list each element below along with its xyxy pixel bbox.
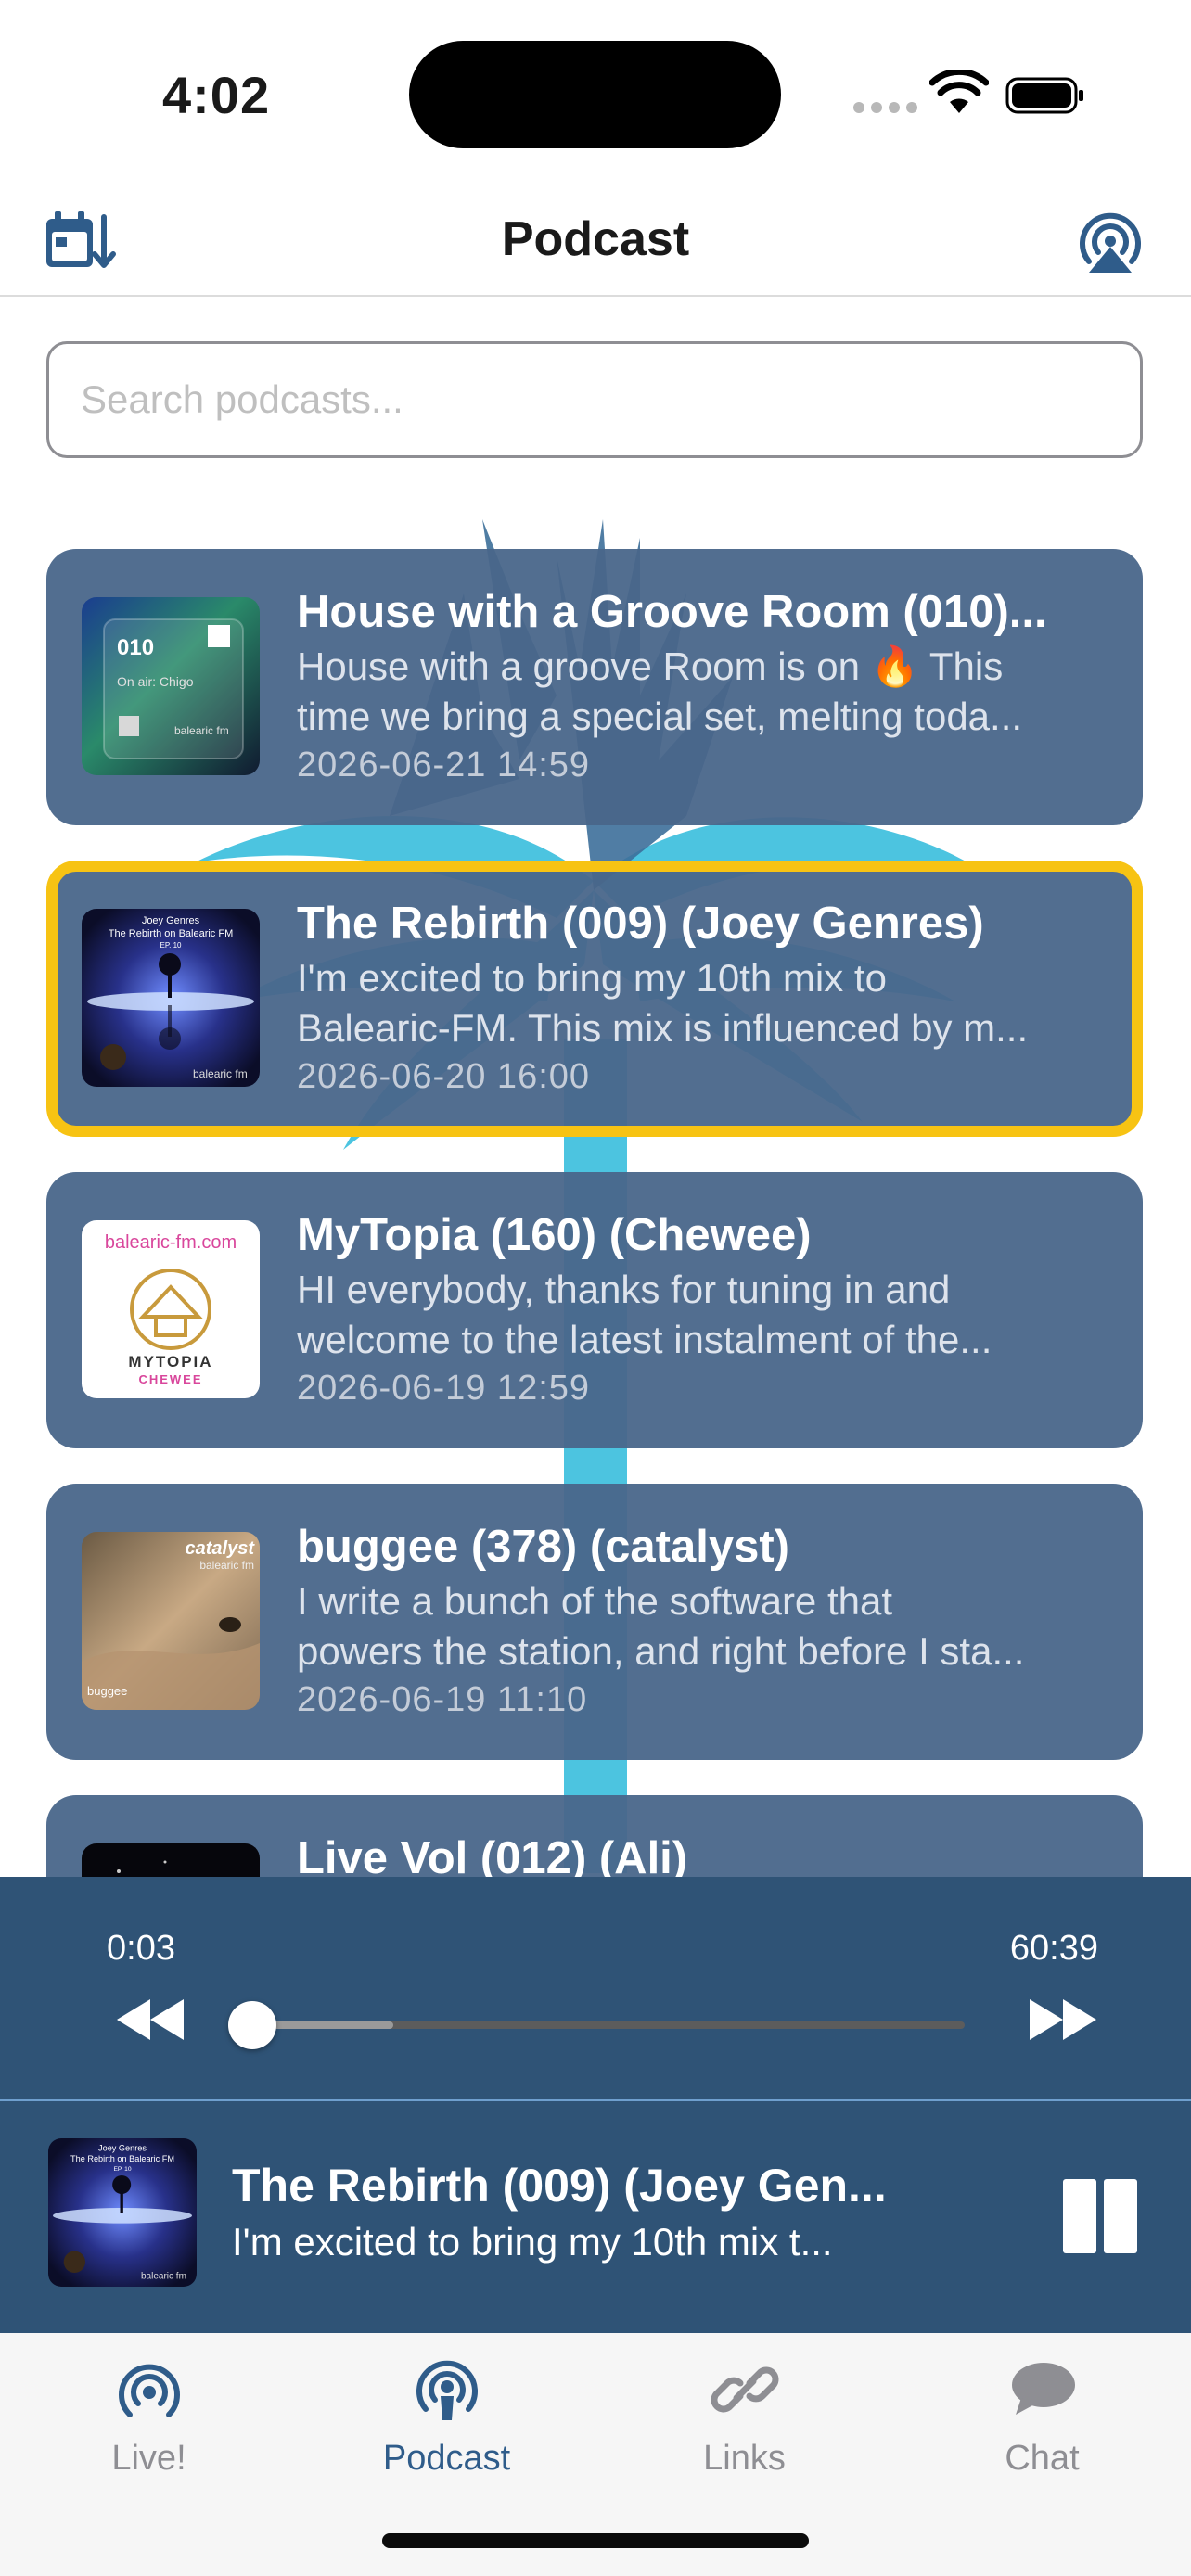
airplay-audio-icon[interactable] [1076,210,1145,274]
svg-text:balearic fm: balearic fm [141,2272,186,2282]
tab-chat[interactable]: Chat [893,2357,1191,2496]
now-playing-subtitle: I'm excited to bring my 10th mix t... [232,2220,833,2264]
artwork-name: buggee [87,1684,127,1698]
wifi-icon [929,70,989,113]
artwork-brand: balearic fm [199,1559,254,1572]
chat-bubble-icon [1011,2363,1075,2415]
episode-description: House with a groove Room is on 🔥 This ti… [297,644,1023,738]
tab-label: Podcast [382,2439,511,2478]
now-playing-bar[interactable]: Joey Genres The Rebirth on Balearic FM E… [0,2101,1191,2333]
tab-label: Live! [111,2439,186,2478]
episode-date: 2026-06-19 12:59 [297,1369,591,1408]
now-playing-title: The Rebirth (009) (Joey Gen... [232,2160,887,2212]
page-title: Podcast [501,212,690,266]
tab-label: Chat [1005,2439,1080,2478]
episode-card[interactable]: Live Vol (012) (Ali) [46,1795,1143,1877]
episode-card[interactable]: 010 On air: Chigo balearic fm House with… [46,549,1143,825]
progress-slider[interactable] [227,2001,965,2049]
artwork-brand-top: catalyst [186,1538,256,1559]
tab-label: Links [703,2439,786,2478]
link-icon [711,2366,778,2413]
artwork-artist: CHEWEE [138,1372,202,1386]
nav-bar: Podcast [0,176,1191,297]
episode-title: Live Vol (012) (Ali) [297,1833,688,1877]
artwork-show: The Rebirth on Balearic FM [109,928,234,939]
tab-podcast[interactable]: Podcast [298,2357,596,2496]
home-indicator [382,2533,809,2548]
tab-live[interactable]: Live! [0,2357,298,2496]
episode-card-selected[interactable]: Joey Genres The Rebirth on Balearic FM E… [46,861,1143,1137]
current-time: 0:03 [107,1929,175,1968]
podcast-icon [416,2360,478,2420]
slider-knob[interactable] [227,2001,276,2049]
episode-description: HI everybody, thanks for tuning in and w… [297,1268,992,1361]
status-bar: 4:02 [0,0,1191,176]
svg-text:Joey Genres: Joey Genres [98,2143,147,2152]
episode-date: 2026-06-20 16:00 [297,1057,591,1096]
episode-card[interactable]: balearic-fm.com MYTOPIA CHEWEE MyTopia (… [46,1172,1143,1448]
episode-artwork: catalyst balearic fm buggee [82,1532,260,1710]
artwork-episode: EP. 10 [160,941,183,950]
battery-icon [1005,77,1083,114]
artwork-brand: balearic fm [193,1067,248,1080]
rewind-icon[interactable] [115,1996,186,2044]
episode-title: The Rebirth (009) (Joey Genres) [297,899,984,949]
status-time: 4:02 [162,66,271,124]
episode-title: buggee (378) (catalyst) [297,1522,789,1572]
artwork-name: MYTOPIA [128,1353,212,1371]
episode-artwork: balearic-fm.com MYTOPIA CHEWEE [82,1220,260,1398]
broadcast-icon [118,2364,180,2417]
episode-artwork: 010 On air: Chigo balearic fm [82,597,260,775]
episode-card[interactable]: catalyst balearic fm buggee buggee (378)… [46,1484,1143,1760]
player-controls: 0:03 60:39 [0,1877,1191,2101]
tab-links[interactable]: Links [596,2357,893,2496]
fast-forward-icon[interactable] [1028,1996,1098,2044]
svg-text:EP. 10: EP. 10 [113,2166,131,2173]
episode-artwork [82,1843,260,1877]
pause-button[interactable] [1054,2172,1143,2261]
now-playing-artwork: Joey Genres The Rebirth on Balearic FM E… [48,2138,197,2287]
episode-title: MyTopia (160) (Chewee) [297,1210,812,1260]
svg-text:The Rebirth on Balearic FM: The Rebirth on Balearic FM [70,2154,174,2163]
episode-date: 2026-06-21 14:59 [297,746,591,784]
episode-description: I write a bunch of the software that pow… [297,1579,1025,1673]
artwork-site: balearic-fm.com [105,1232,237,1253]
episode-title: House with a Groove Room (010)... [297,587,1047,637]
episode-artwork: Joey Genres The Rebirth on Balearic FM E… [82,909,260,1087]
artwork-caption: On air: Chigo [117,674,194,689]
pause-icon [1063,2179,1096,2253]
artwork-code: 010 [117,635,154,660]
episode-date: 2026-06-19 11:10 [297,1680,588,1719]
episode-description: I'm excited to bring my 10th mix to Bale… [297,956,1029,1050]
artwork-brand: balearic fm [174,724,229,737]
search-input[interactable] [46,341,1143,458]
cellular-signal-icon [853,102,917,113]
episode-list[interactable]: 010 On air: Chigo balearic fm House with… [46,549,1143,1877]
artwork-artist: Joey Genres [142,915,200,926]
dynamic-island [409,41,781,148]
total-time: 60:39 [1009,1929,1098,1968]
